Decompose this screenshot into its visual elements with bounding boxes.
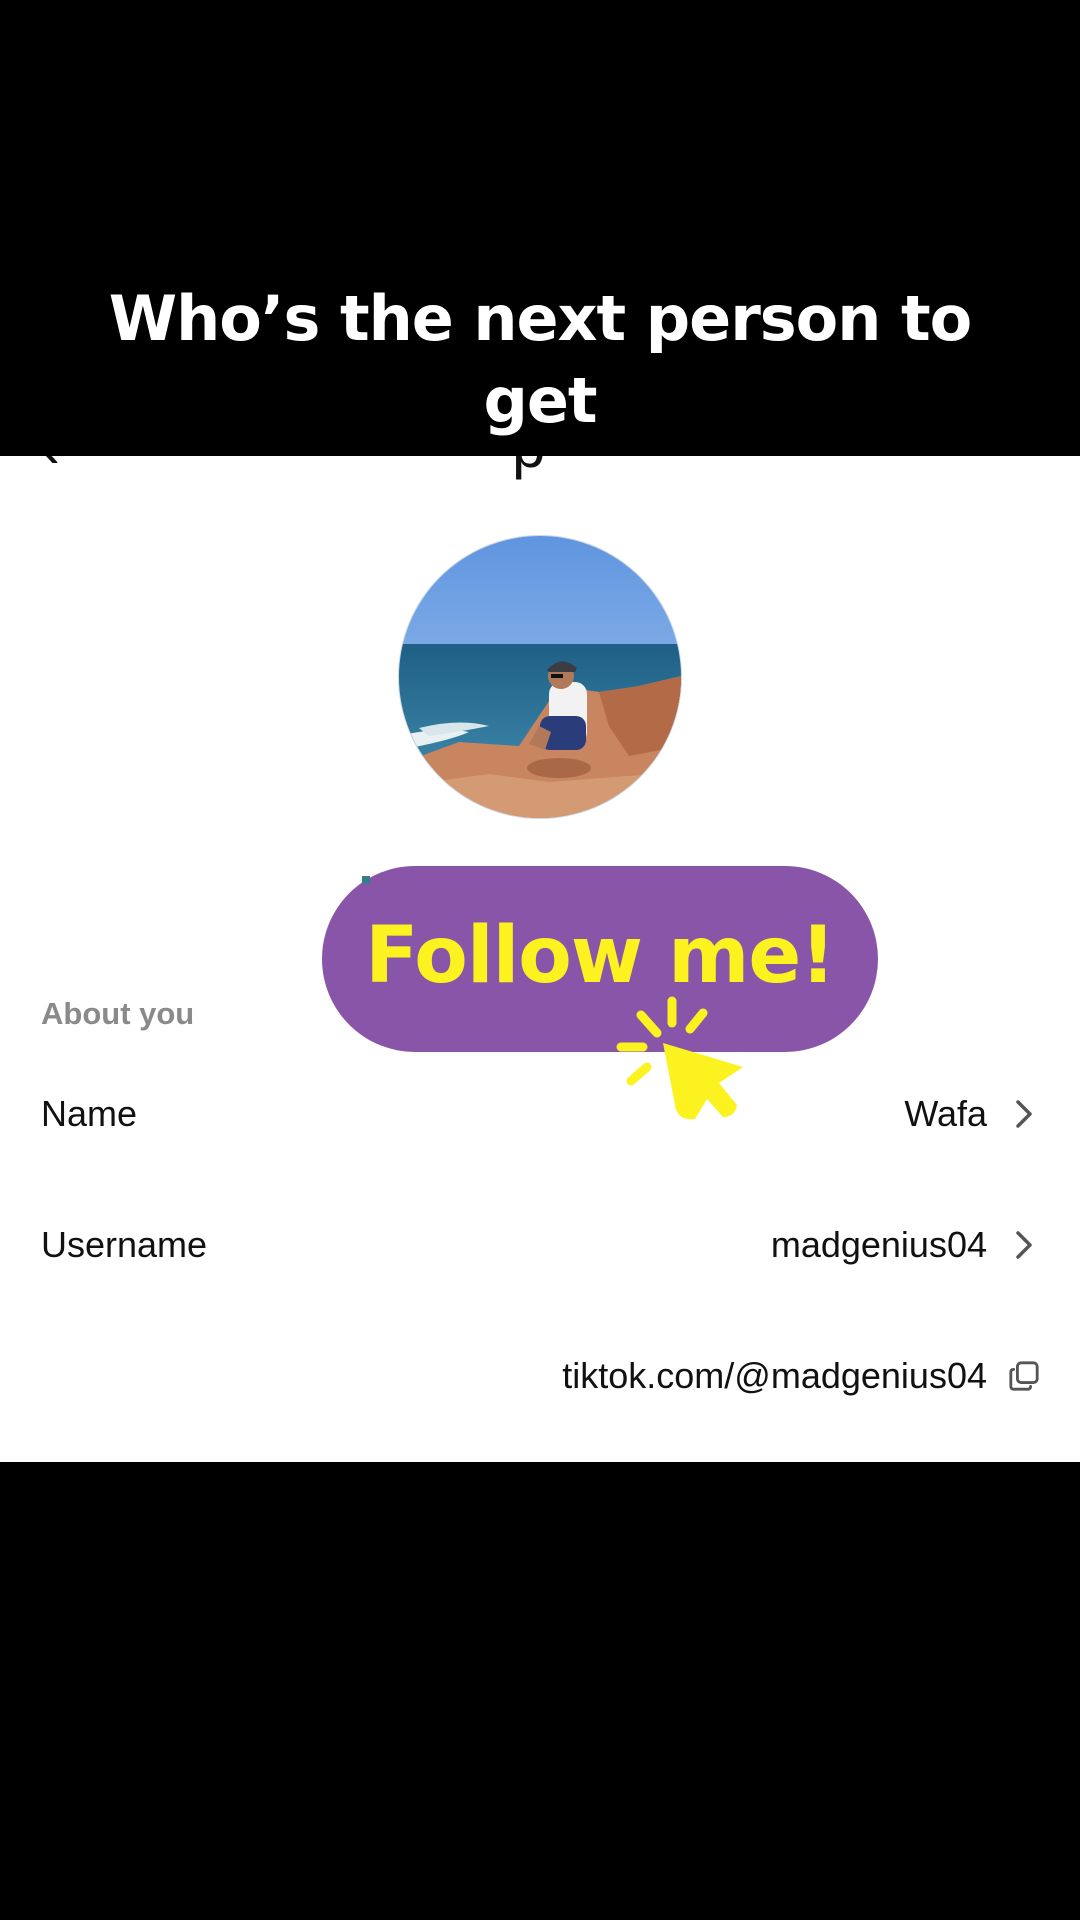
chevron-right-icon — [1008, 1225, 1040, 1265]
profile-link-row[interactable]: tiktok.com/@madgenius04 — [0, 1336, 1080, 1416]
sticker-mark — [362, 876, 370, 884]
profile-link: tiktok.com/@madgenius04 — [562, 1355, 987, 1396]
chevron-right-icon — [1008, 1094, 1040, 1134]
caption-line-1: Who’s the next person to get — [108, 282, 972, 437]
hand-cursor-icon — [616, 996, 743, 1120]
follow-me-text: Follow me! — [365, 911, 836, 1001]
username-label: Username — [41, 1224, 208, 1265]
cut-header-fragment: ‹ — [40, 456, 60, 481]
profile-photo[interactable] — [399, 536, 681, 818]
cut-header-fragment-2: p — [512, 456, 545, 481]
copy-icon[interactable] — [1008, 1356, 1040, 1396]
section-title-about-you: About you — [41, 996, 195, 1031]
video-frame: Who’s the next person to get galaxy ‹ p — [0, 0, 1080, 1920]
name-row[interactable]: Name Wafa — [0, 1074, 1080, 1154]
name-value: Wafa — [904, 1093, 987, 1134]
name-label: Name — [41, 1093, 138, 1134]
username-row[interactable]: Username madgenius04 — [0, 1205, 1080, 1285]
follow-me-sticker[interactable]: Follow me! — [322, 866, 878, 1052]
profile-photo-image — [399, 536, 681, 818]
username-value: madgenius04 — [770, 1224, 987, 1265]
